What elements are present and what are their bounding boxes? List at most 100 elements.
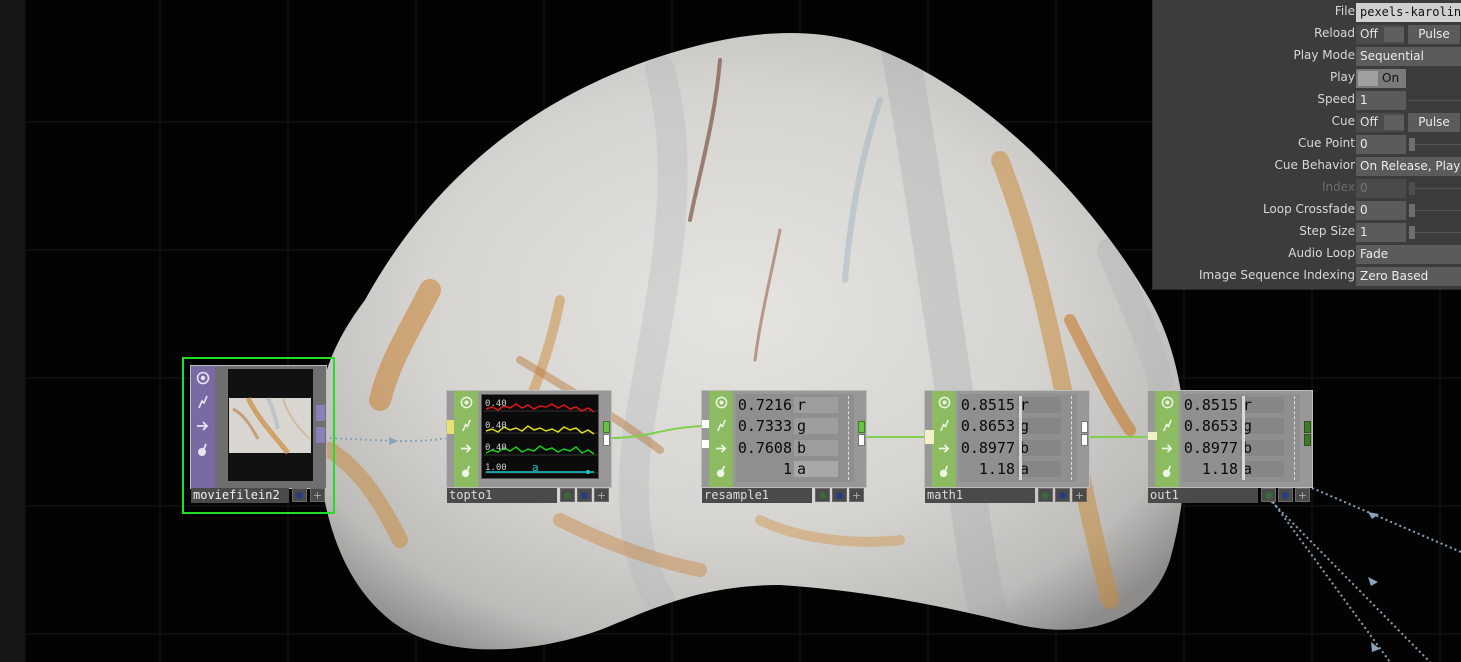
node-state-button[interactable] [832, 488, 847, 502]
viewer-flag[interactable] [191, 367, 215, 389]
output-connector[interactable] [1304, 434, 1311, 446]
output-connector[interactable] [603, 434, 610, 446]
node-topto1[interactable]: 0.40 0.40 0.40 1.00 a topto1 + [446, 390, 612, 504]
node-add-button[interactable]: + [1295, 488, 1310, 502]
output-connector[interactable] [1081, 434, 1088, 446]
input-connector[interactable] [702, 420, 709, 428]
node-state-button[interactable] [560, 488, 575, 502]
input-connector[interactable] [447, 420, 454, 434]
node-add-button[interactable]: + [594, 488, 609, 502]
node-state-button[interactable] [1038, 488, 1053, 502]
lock-icon [1162, 465, 1171, 477]
cue-pulse-button[interactable]: Pulse [1408, 113, 1460, 132]
output-connector[interactable] [858, 421, 865, 433]
input-connector[interactable] [702, 440, 709, 448]
lightning-icon [716, 419, 726, 431]
bypass-flag[interactable] [709, 414, 733, 436]
lock-icon [461, 465, 470, 477]
param-label: Cue Point [1298, 136, 1355, 150]
reload-toggle[interactable]: Off [1356, 25, 1404, 44]
play-toggle[interactable]: On [1356, 69, 1406, 88]
node-resample1[interactable]: 0.7216 r 0.7333 g 0.7608 b 1 a resample1 [701, 390, 867, 504]
cue-point-slider[interactable] [1409, 138, 1415, 151]
node-add-button[interactable]: + [849, 488, 864, 502]
lock-icon [939, 465, 948, 477]
param-row-speed: Speed 1 [1153, 89, 1461, 111]
node-name-label[interactable]: resample1 [702, 488, 812, 503]
input-connector[interactable] [925, 430, 934, 444]
node-add-button[interactable]: + [1072, 488, 1087, 502]
bypass-flag[interactable] [454, 414, 478, 436]
node-out1[interactable]: 0.8515 r 0.8653 g 0.8977 b 1.18 a out1 + [1147, 390, 1313, 504]
reload-pulse-button[interactable]: Pulse [1408, 25, 1460, 44]
bypass-flag[interactable] [932, 414, 956, 436]
image-sequence-indexing-menu[interactable]: Zero Based [1356, 267, 1461, 286]
channel-name: b [797, 439, 807, 457]
arrow-right-icon [715, 443, 726, 453]
bypass-flag[interactable] [1155, 414, 1179, 436]
loop-crossfade-slider[interactable] [1409, 204, 1415, 217]
display-flag[interactable] [454, 437, 478, 459]
cue-toggle[interactable]: Off [1356, 113, 1404, 132]
lock-flag[interactable] [932, 460, 956, 482]
eye-icon [1161, 396, 1173, 408]
step-size-field[interactable]: 1 [1356, 223, 1406, 242]
node-name-label[interactable]: topto1 [447, 488, 557, 503]
node-state-button[interactable] [1055, 488, 1070, 502]
arrow-right-icon [1161, 443, 1172, 453]
node-state-button[interactable] [577, 488, 592, 502]
display-flag[interactable] [932, 437, 956, 459]
node-moviefilein2[interactable]: moviefilein2 + [182, 357, 335, 514]
output-connector[interactable] [1304, 421, 1311, 433]
lightning-icon [939, 419, 949, 431]
network-editor[interactable]: moviefilein2 + 0.40 0.40 0.40 1.00 a top… [0, 0, 1461, 662]
lock-flag[interactable] [454, 460, 478, 482]
node-name-label[interactable]: out1 [1148, 488, 1258, 503]
channel-row: 0.8515 r [1182, 394, 1300, 415]
graph-label: 1.00 [485, 463, 507, 473]
node-math1[interactable]: 0.8515 r 0.8653 g 0.8977 b 1.18 a math1 … [924, 390, 1090, 504]
node-name-label[interactable]: moviefilein2 [191, 488, 289, 503]
node-state-button[interactable] [292, 488, 307, 502]
output-connector[interactable] [316, 405, 325, 421]
display-flag[interactable] [709, 437, 733, 459]
speed-field[interactable]: 1 [1356, 91, 1406, 110]
file-field[interactable]: pexels-karolin [1356, 3, 1461, 22]
node-state-button[interactable] [815, 488, 830, 502]
node-state-button[interactable] [1261, 488, 1276, 502]
output-connector[interactable] [603, 421, 610, 433]
lock-flag[interactable] [191, 439, 215, 461]
channel-row: 0.8653 g [1182, 415, 1300, 436]
node-state-button[interactable] [1278, 488, 1293, 502]
audio-loop-menu[interactable]: Fade [1356, 245, 1461, 264]
output-connector[interactable] [1081, 421, 1088, 433]
node-add-button[interactable]: + [310, 488, 325, 502]
viewer-flag[interactable] [709, 391, 733, 413]
node-name-label[interactable]: math1 [925, 488, 1035, 503]
node-flags [454, 391, 478, 487]
viewer-flag[interactable] [454, 391, 478, 413]
output-connector[interactable] [858, 434, 865, 446]
graph-label: 0.40 [485, 443, 507, 453]
lock-flag[interactable] [709, 460, 733, 482]
loop-crossfade-field[interactable]: 0 [1356, 201, 1406, 220]
eye-icon [196, 371, 210, 385]
input-connector[interactable] [1148, 432, 1157, 440]
arrow-right-icon [938, 443, 949, 453]
speed-slider[interactable] [1408, 100, 1461, 101]
display-flag[interactable] [1155, 437, 1179, 459]
param-row-index: Index 0 [1153, 177, 1461, 199]
display-flag[interactable] [191, 415, 215, 437]
param-label: Audio Loop [1288, 246, 1355, 260]
play-mode-menu[interactable]: Sequential [1356, 47, 1461, 66]
eye-icon [938, 396, 950, 408]
viewer-flag[interactable] [932, 391, 956, 413]
step-size-slider[interactable] [1409, 226, 1415, 239]
bypass-flag[interactable] [191, 391, 215, 413]
cue-point-field[interactable]: 0 [1356, 135, 1406, 154]
cue-behavior-menu[interactable]: On Release, Play [1356, 157, 1461, 176]
param-row-loop-crossfade: Loop Crossfade 0 [1153, 199, 1461, 221]
viewer-flag[interactable] [1155, 391, 1179, 413]
lock-flag[interactable] [1155, 460, 1179, 482]
output-connector[interactable] [316, 427, 325, 443]
